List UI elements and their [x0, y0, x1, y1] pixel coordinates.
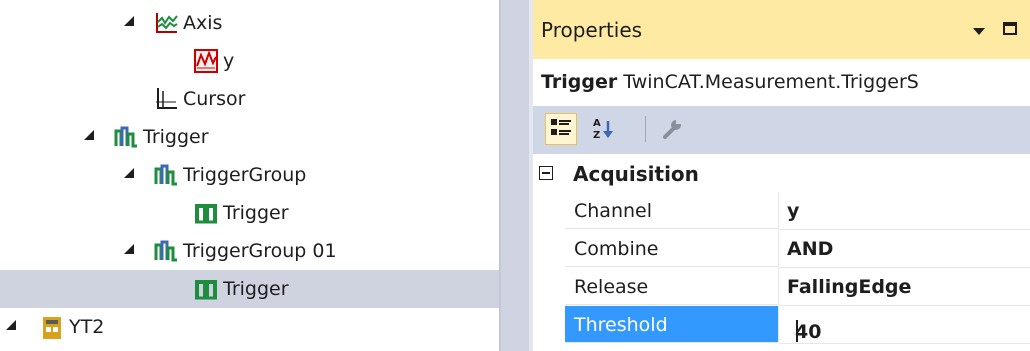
trigger-group-icon: [154, 164, 177, 186]
property-value: AND: [787, 238, 834, 260]
property-name-cell[interactable]: Threshold: [565, 306, 779, 343]
maximize-icon[interactable]: [1003, 22, 1017, 35]
property-name-cell[interactable]: Release: [565, 268, 779, 305]
tree-node-yt2[interactable]: YT2: [0, 308, 499, 346]
property-value: 40: [795, 321, 822, 343]
collapse-icon[interactable]: [539, 166, 553, 180]
svg-text:A: A: [593, 118, 601, 129]
threshold-value-editor[interactable]: 40: [779, 306, 1030, 344]
property-row-channel[interactable]: Channel y: [533, 192, 1030, 230]
dropdown-arrow-icon[interactable]: [973, 28, 985, 35]
wrench-icon: [663, 119, 681, 139]
tree-node-label: Trigger: [223, 278, 289, 300]
property-value-cell[interactable]: FallingEdge: [779, 268, 1030, 306]
toolbar-separator: [645, 116, 646, 142]
tree-node-label: y: [223, 50, 235, 72]
tree-node-triggergroup-01[interactable]: TriggerGroup 01: [0, 232, 499, 270]
object-name: Trigger: [541, 71, 618, 93]
tree-node-cursor[interactable]: Cursor: [0, 80, 499, 118]
axis-chart-icon: [156, 13, 178, 33]
tree-node-label: Trigger: [143, 126, 209, 148]
project-icon: [43, 317, 61, 339]
expander-arrow-icon[interactable]: [6, 320, 16, 330]
categorized-icon: [551, 119, 571, 135]
splitter-edge: [499, 0, 501, 351]
cursor-axis-icon: [156, 88, 177, 109]
property-value-cell[interactable]: AND: [779, 230, 1030, 268]
properties-title-bar: Properties ✕: [533, 0, 1030, 59]
property-row-threshold[interactable]: Threshold 40: [533, 306, 1030, 344]
tree-node-trigger-selected[interactable]: Trigger: [0, 270, 499, 308]
tree-node-label: Trigger: [223, 202, 289, 224]
svg-text:Z: Z: [593, 130, 600, 141]
alphabetical-view-button[interactable]: A Z: [589, 113, 621, 145]
tree-node-axis[interactable]: Axis: [0, 4, 499, 42]
property-name-cell[interactable]: Combine: [565, 230, 779, 267]
expander-arrow-icon[interactable]: [124, 168, 134, 178]
expander-arrow-icon[interactable]: [124, 16, 134, 26]
sort-alphabetical-icon: A Z: [593, 118, 613, 141]
properties-panel: Properties ✕ Trigger TwinCAT.Measurement…: [529, 0, 1030, 351]
chart-channel-icon: [194, 49, 218, 73]
trigger-folder-icon: [114, 126, 137, 148]
tree-node-trigger[interactable]: Trigger: [0, 194, 499, 232]
property-row-release[interactable]: Release FallingEdge: [533, 268, 1030, 306]
text-caret: [796, 320, 798, 342]
tree-node-label: YT2: [69, 316, 105, 338]
row-gutter: [533, 268, 565, 306]
object-type: TwinCAT.Measurement.TriggerS: [623, 71, 919, 93]
category-label: Acquisition: [573, 162, 699, 186]
expander-arrow-icon[interactable]: [124, 244, 134, 254]
tree-node-trigger-root[interactable]: Trigger: [0, 118, 499, 156]
property-row-combine[interactable]: Combine AND: [533, 230, 1030, 268]
categorized-view-button[interactable]: [545, 113, 577, 145]
trigger-group-icon: [154, 240, 177, 262]
property-value: y: [787, 200, 800, 222]
property-name-cell[interactable]: Channel: [565, 192, 779, 229]
category-acquisition[interactable]: Acquisition: [533, 154, 1030, 192]
tree-node-label: Axis: [183, 12, 223, 34]
trigger-icon: [195, 204, 217, 224]
property-value: FallingEdge: [787, 276, 912, 298]
property-name: Threshold: [574, 314, 668, 336]
property-name: Channel: [574, 200, 653, 222]
property-name: Release: [574, 276, 649, 298]
row-gutter: [533, 306, 565, 344]
tree-node-label: Cursor: [183, 88, 246, 110]
expander-arrow-icon[interactable]: [84, 130, 94, 140]
panel-splitter[interactable]: [499, 0, 529, 351]
property-pages-button[interactable]: [657, 113, 689, 145]
tree-node-y[interactable]: y: [0, 42, 499, 80]
tree-node-label: TriggerGroup 01: [183, 240, 337, 262]
tree-node-label: TriggerGroup: [183, 164, 307, 186]
row-gutter: [533, 230, 565, 268]
row-gutter: [533, 192, 565, 230]
selected-object-header: Trigger TwinCAT.Measurement.TriggerS: [541, 69, 919, 95]
properties-toolbar: A Z: [533, 106, 1030, 154]
property-name: Combine: [574, 238, 659, 260]
tree-node-triggergroup[interactable]: TriggerGroup: [0, 156, 499, 194]
panel-title: Properties: [541, 18, 643, 42]
solution-tree: Axis y Cursor Trigger TriggerGroup Trigg…: [0, 0, 499, 351]
title-bar-buttons: ✕: [973, 20, 1030, 42]
trigger-icon: [195, 280, 217, 300]
property-value-cell[interactable]: y: [779, 192, 1030, 230]
